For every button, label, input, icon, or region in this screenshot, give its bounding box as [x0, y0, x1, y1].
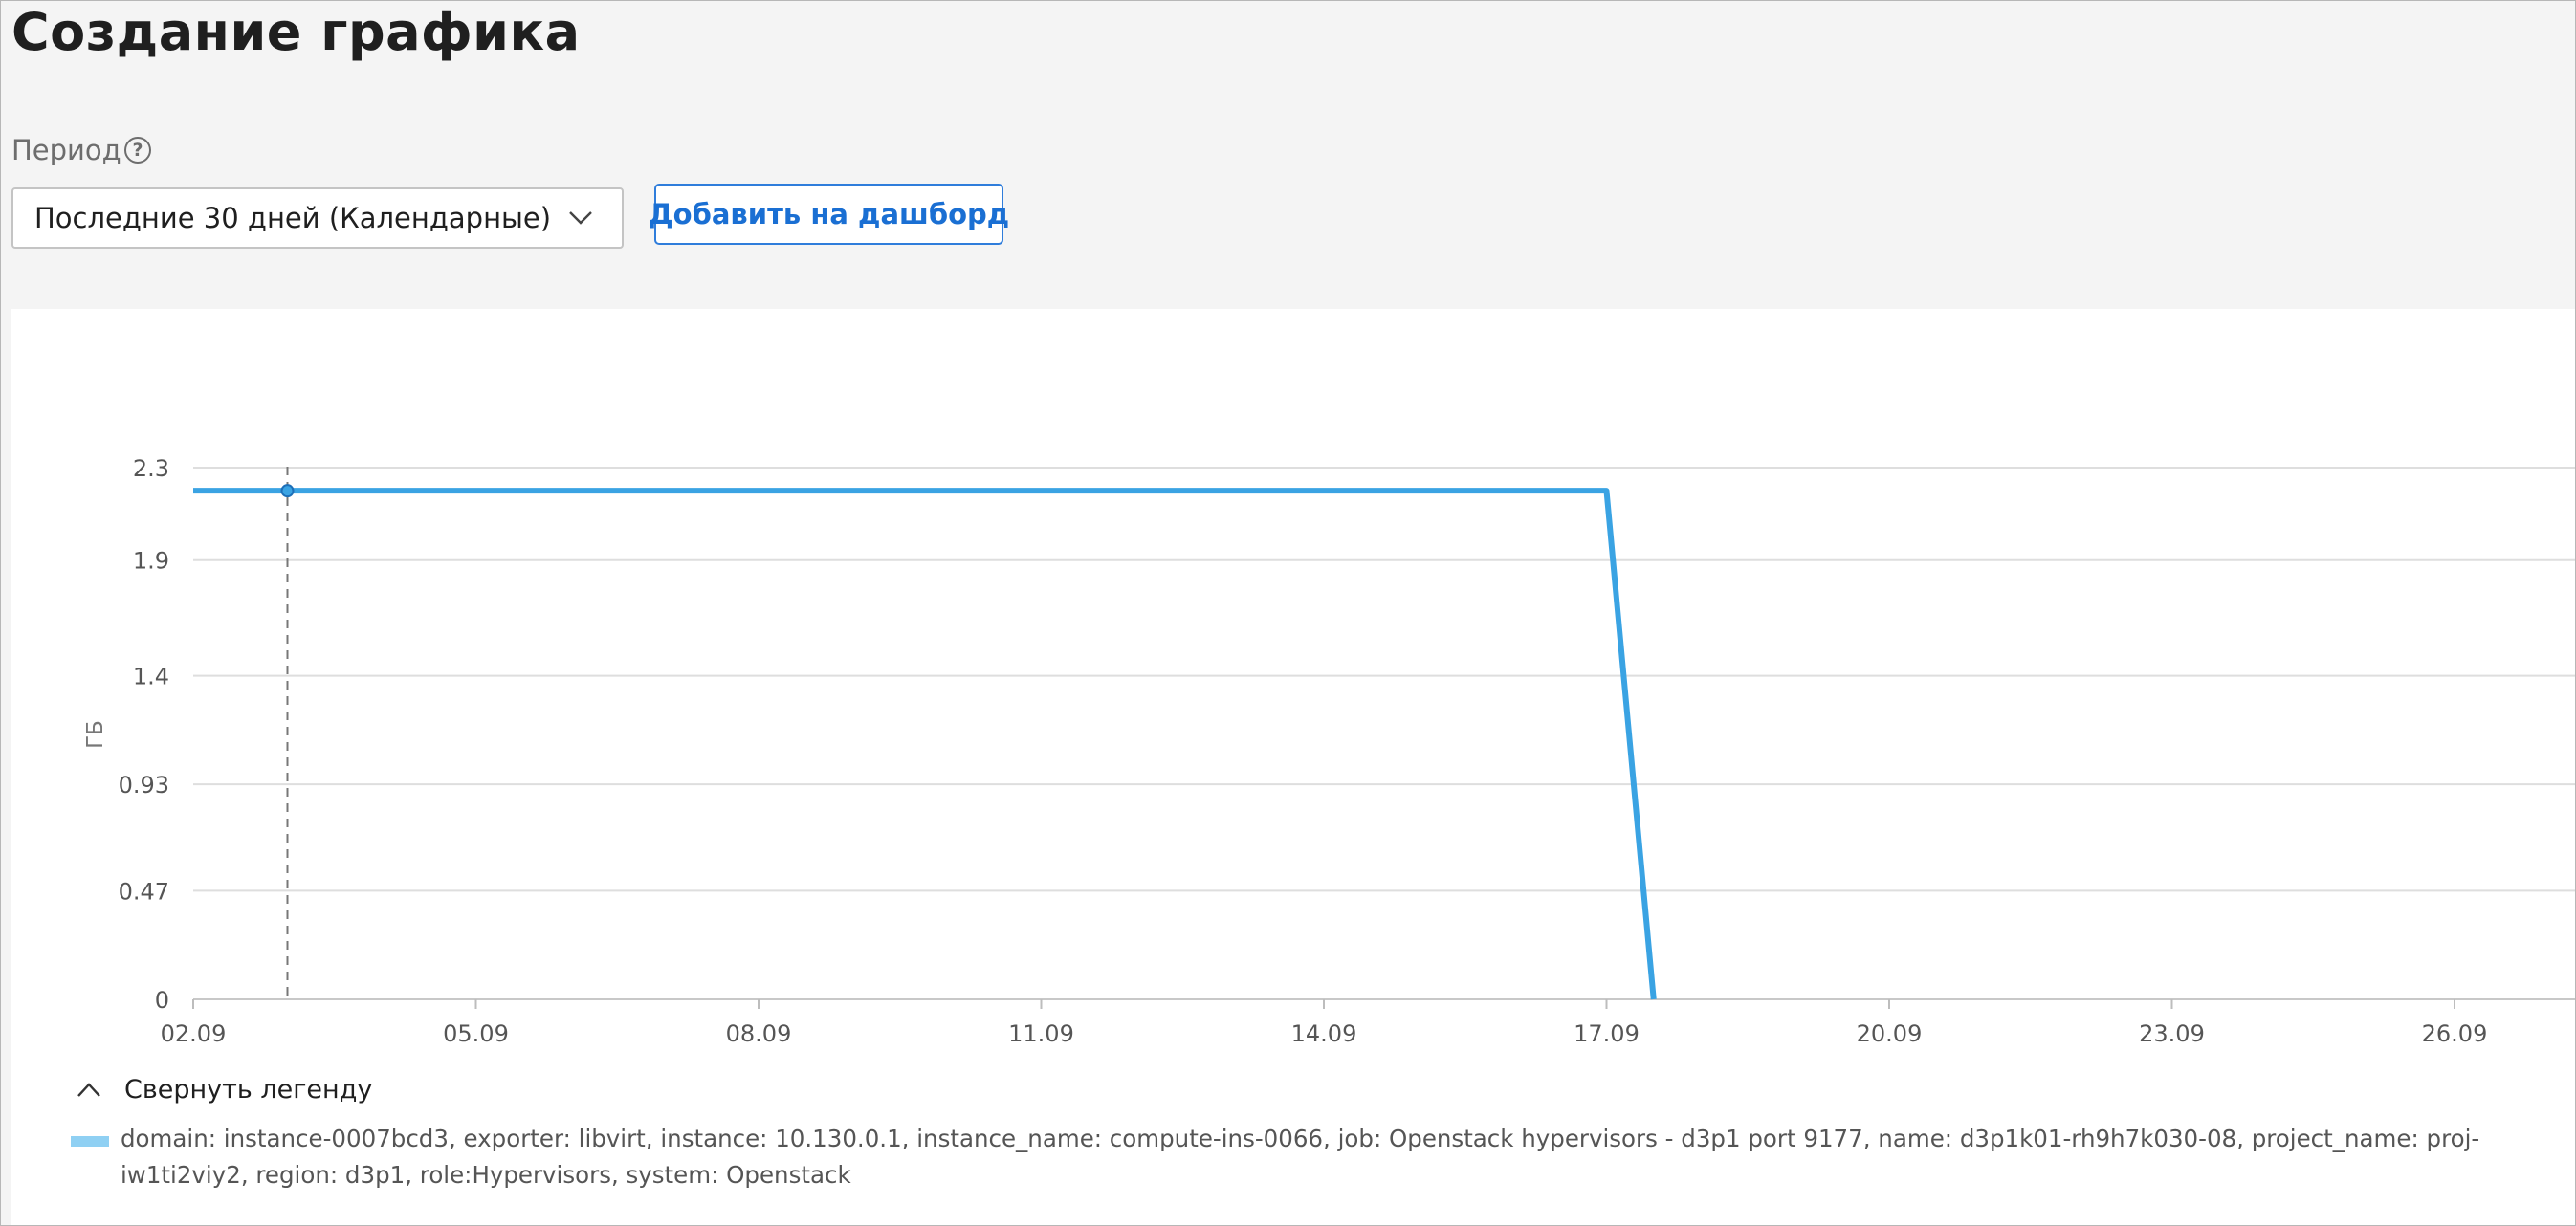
period-select[interactable]: Последние 30 дней (Календарные) — [11, 187, 624, 249]
x-tick-label: 08.09 — [726, 1020, 792, 1047]
y-tick-label: 0 — [155, 987, 169, 1014]
x-tick-label: 11.09 — [1008, 1020, 1074, 1047]
period-select-value: Последние 30 дней (Календарные) — [34, 202, 552, 234]
x-tick-label: 14.09 — [1291, 1020, 1357, 1047]
page-title: Создание графика — [11, 2, 581, 62]
chevron-down-icon — [569, 211, 592, 225]
legend-toggle[interactable]: Свернуть легенду — [77, 1075, 372, 1105]
y-tick-label: 2.3 — [133, 455, 169, 482]
x-tick-label: 26.09 — [2422, 1020, 2488, 1047]
x-tick-label: 02.09 — [161, 1020, 227, 1047]
period-label: Период — [11, 134, 121, 166]
help-icon[interactable]: ? — [124, 137, 151, 164]
series-line — [193, 488, 1657, 1000]
legend-item[interactable]: domain: instance-0007bcd3, exporter: lib… — [71, 1121, 2483, 1193]
x-tick-label: 05.09 — [443, 1020, 509, 1047]
x-tick-label: 20.09 — [1857, 1020, 1923, 1047]
add-to-dashboard-button[interactable]: Добавить на дашборд — [649, 184, 1009, 245]
y-tick-label: 0.47 — [119, 878, 169, 905]
chart-panel: 0 0.47 0.93 1.4 1.9 2.3 02.09 05.09 08.09 11.09 14… — [11, 309, 2575, 1225]
x-tick-label: 17.09 — [1574, 1020, 1640, 1047]
legend-series-name: domain: instance-0007bcd3, exporter: lib… — [121, 1125, 2480, 1189]
y-tick-label: 0.93 — [119, 772, 169, 799]
y-axis-label: ГБ — [83, 720, 108, 749]
chevron-up-icon — [77, 1082, 100, 1097]
x-tick-label: 23.09 — [2139, 1020, 2205, 1047]
hover-point — [280, 484, 295, 498]
legend-swatch — [71, 1136, 109, 1147]
y-tick-label: 1.4 — [133, 664, 169, 690]
legend-toggle-label: Свернуть легенду — [124, 1075, 373, 1105]
y-tick-label: 1.9 — [133, 548, 169, 575]
line-chart[interactable]: 0 0.47 0.93 1.4 1.9 2.3 02.09 05.09 08.09 11.09 14… — [11, 309, 2575, 1074]
